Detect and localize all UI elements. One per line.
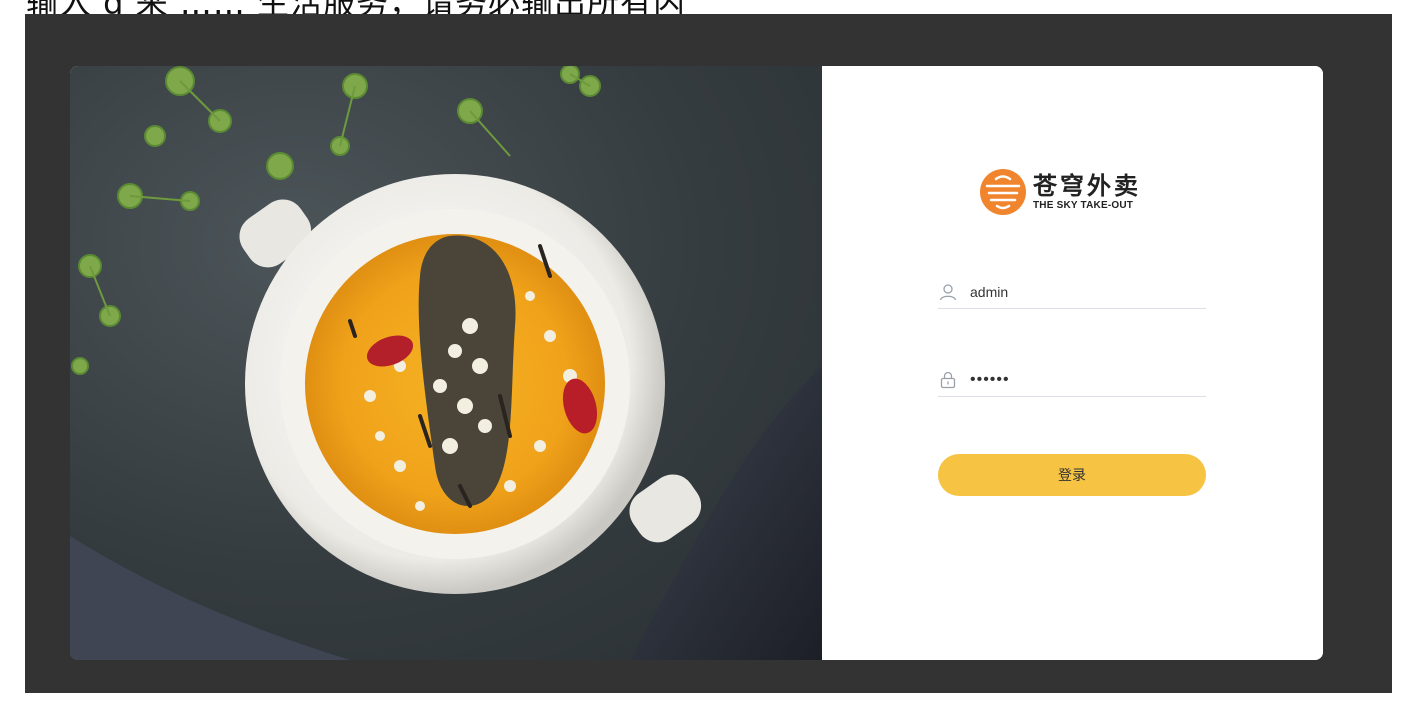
- login-form-panel: 苍穹外卖 THE SKY TAKE-OUT admin •••••• 登录: [822, 66, 1323, 660]
- cropped-text: 输入 g 来 …… 生活服务，请务必输出所有内: [26, 0, 686, 14]
- username-field[interactable]: [938, 276, 1206, 309]
- lock-icon: [938, 370, 958, 390]
- brand-logo: 苍穹外卖 THE SKY TAKE-OUT: [979, 168, 1141, 216]
- login-card: 苍穹外卖 THE SKY TAKE-OUT admin •••••• 登录: [70, 66, 1323, 660]
- password-field[interactable]: [938, 364, 1206, 397]
- sky-takeout-logo-icon: [980, 169, 1026, 215]
- food-photo: [70, 66, 822, 660]
- napkin-shape-left: [70, 536, 350, 660]
- logo-english-name: THE SKY TAKE-OUT: [1033, 200, 1134, 211]
- food-illustration: [70, 66, 822, 660]
- user-icon: [938, 282, 958, 302]
- top-cropped-text-strip: 输入 g 来 …… 生活服务，请务必输出所有内: [0, 0, 1414, 14]
- logo-wordmark: 苍穹外卖 THE SKY TAKE-OUT: [1033, 172, 1141, 212]
- login-button[interactable]: 登录: [938, 454, 1206, 496]
- logo-chinese-name: 苍穹外卖: [1033, 172, 1141, 200]
- username-input[interactable]: [970, 284, 1190, 300]
- password-input[interactable]: [970, 371, 1190, 389]
- page-background: 苍穹外卖 THE SKY TAKE-OUT admin •••••• 登录: [25, 14, 1392, 693]
